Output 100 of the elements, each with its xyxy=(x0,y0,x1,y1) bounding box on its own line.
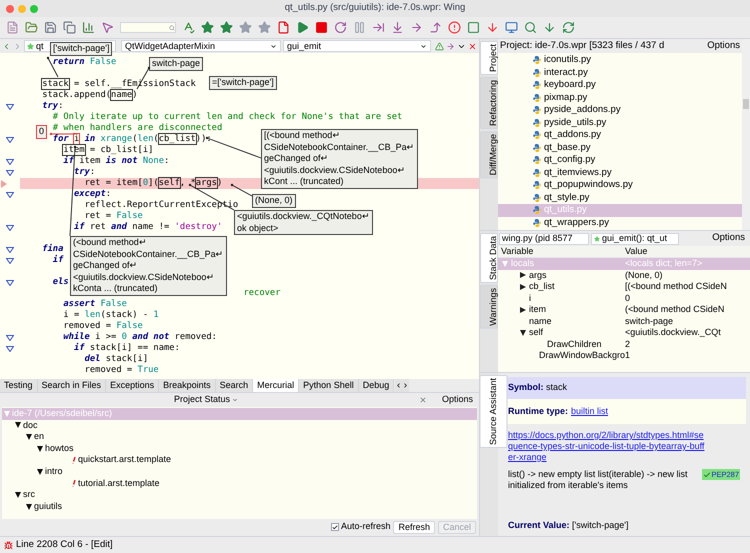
tree-item[interactable]: intro xyxy=(2,466,477,478)
side-tab[interactable]: Stack Data xyxy=(480,233,498,284)
back-icon[interactable] xyxy=(2,42,11,50)
save-icon[interactable] xyxy=(44,21,57,34)
side-tab[interactable]: Refactoring xyxy=(480,77,498,130)
fold-triangle-icon[interactable] xyxy=(6,224,14,230)
refresh-button[interactable]: Refresh xyxy=(393,520,435,534)
tree-item[interactable]: guiutils xyxy=(2,500,477,512)
column-header[interactable]: Variable xyxy=(498,244,625,258)
variable-value: <guiutils.dockview._CQt xyxy=(625,326,721,339)
bug-icon xyxy=(4,540,13,550)
expanded-triangle-icon[interactable] xyxy=(520,330,526,336)
column-header[interactable]: Value xyxy=(625,244,648,258)
code-text: , * xyxy=(180,178,196,188)
expanded-triangle-icon[interactable] xyxy=(37,468,43,475)
side-tab[interactable]: Diff/Merge xyxy=(480,131,498,178)
file-item[interactable]: qt_style.py xyxy=(498,192,742,204)
file-item[interactable]: pixmap.py xyxy=(498,92,742,104)
file-item[interactable]: qt_popupwindows.py xyxy=(498,179,742,192)
stop-icon[interactable] xyxy=(315,21,328,34)
search-icon[interactable] xyxy=(524,21,537,34)
scroll-left-icon[interactable] xyxy=(395,382,402,388)
panel-tab[interactable]: Search in Files xyxy=(38,378,106,392)
collapsed-triangle-icon[interactable] xyxy=(520,284,526,290)
panel-tab[interactable]: Breakpoints xyxy=(159,378,216,392)
class-dropdown[interactable]: QtWidgetAdapterMixin xyxy=(121,40,281,52)
panel-tab[interactable]: Python Shell xyxy=(299,378,359,392)
tree-item[interactable]: quickstart.arst.template xyxy=(2,454,477,466)
new-file-icon[interactable] xyxy=(6,21,19,34)
scrollbar-thumb[interactable] xyxy=(743,99,749,109)
tree-item[interactable]: tutorial.arst.template xyxy=(2,478,477,490)
file-item[interactable]: qt_itemviews.py xyxy=(498,166,742,179)
close-window-button[interactable] xyxy=(6,4,14,12)
pointer-icon[interactable] xyxy=(101,21,114,34)
collapsed-triangle-icon[interactable] xyxy=(520,306,526,313)
fold-triangle-icon[interactable] xyxy=(6,280,14,286)
tree-item[interactable]: en xyxy=(2,431,477,443)
panel-tab[interactable]: Testing xyxy=(0,378,38,392)
toolbar-search-field[interactable] xyxy=(120,22,176,33)
play-icon[interactable] xyxy=(296,21,309,34)
fold-triangle-icon[interactable] xyxy=(6,192,14,198)
view-dropdown[interactable]: Project Status xyxy=(174,393,238,407)
scroll-right-icon[interactable] xyxy=(402,382,410,388)
tree-item[interactable]: doc xyxy=(2,420,477,432)
restart-icon[interactable] xyxy=(334,21,347,34)
close-icon[interactable] xyxy=(418,396,427,404)
options-menu[interactable]: Options xyxy=(442,393,473,407)
file-item[interactable]: pyside_addons.py xyxy=(498,104,742,116)
auto-refresh-checkbox[interactable]: Auto-refresh xyxy=(330,520,390,534)
panel-tab[interactable]: Search xyxy=(216,378,254,392)
collapsed-triangle-icon[interactable] xyxy=(520,272,526,278)
variable-row[interactable]: item (<bound method CSideN xyxy=(498,304,750,316)
variable-row[interactable]: DrawChildren 2 xyxy=(498,338,750,350)
panel-tab[interactable]: Mercurial xyxy=(253,378,300,392)
fold-triangle-icon[interactable] xyxy=(6,136,14,142)
star-icon[interactable] xyxy=(239,21,252,34)
file-item[interactable]: keyboard.py xyxy=(498,79,742,92)
code-line: if ret and name != 'destroy' xyxy=(74,222,222,232)
spell-check-icon[interactable] xyxy=(182,21,195,34)
copy-icon[interactable] xyxy=(63,21,76,34)
variable-row[interactable]: i 0 xyxy=(498,292,750,304)
open-folder-icon[interactable] xyxy=(25,21,38,34)
process-dropdown[interactable]: wing.py (pid 8577 xyxy=(499,232,589,244)
method-dropdown[interactable]: gui_emit xyxy=(283,40,431,52)
bar-chart-icon[interactable] xyxy=(82,21,95,34)
file-item[interactable]: qt_wrappers.py xyxy=(498,216,742,229)
file-item[interactable]: qt_config.py xyxy=(498,154,742,166)
star-icon[interactable] xyxy=(201,21,214,34)
down-arrow-icon[interactable] xyxy=(543,21,556,34)
tree-item[interactable]: howtos xyxy=(2,442,477,454)
pause-icon[interactable] xyxy=(353,21,366,34)
side-tab[interactable]: Project xyxy=(480,41,498,76)
file-item[interactable]: pyside_utils.py xyxy=(498,116,742,129)
star-icon[interactable] xyxy=(220,21,233,34)
side-tab[interactable]: Source Assistant xyxy=(480,375,508,448)
arrow-icon[interactable] xyxy=(446,42,455,50)
fold-triangle-icon[interactable] xyxy=(6,104,14,110)
file-item[interactable]: qt_addons.py xyxy=(498,129,742,142)
file-item[interactable]: qt_base.py xyxy=(498,142,742,154)
warning-icon[interactable] xyxy=(435,42,444,50)
tree-item[interactable]: src xyxy=(2,489,477,501)
close-icon[interactable] xyxy=(468,42,477,50)
panel-tab[interactable]: Debug xyxy=(358,378,394,392)
monitor-icon[interactable] xyxy=(505,21,518,34)
documentation-link[interactable]: https://docs.python.org/2/library/stdtypes.html#sequence-types-str-unicode-list-tuple-bytearray-buffer-xrange xyxy=(508,430,708,463)
file-item[interactable]: iconutils.py xyxy=(498,54,742,66)
options-menu[interactable]: Options xyxy=(707,38,740,54)
variable-row[interactable]: DrawWindowBackgro1 xyxy=(498,350,750,362)
variable-row[interactable]: self <guiutils.dockview._CQt xyxy=(498,327,750,338)
frame-dropdown[interactable]: gui_emit(): qt_ut xyxy=(591,232,679,244)
variable-row[interactable]: cb_list [(<bound method CSideN xyxy=(498,281,750,292)
options-menu[interactable]: Options xyxy=(712,231,749,246)
file-item[interactable]: interact.py xyxy=(498,66,742,79)
refresh-icon[interactable] xyxy=(562,21,575,34)
variable-row[interactable]: args (None, 0) xyxy=(498,270,750,281)
side-tab[interactable]: Warnings xyxy=(480,285,498,329)
variable-row[interactable]: name switch-page xyxy=(498,316,750,327)
star-icon[interactable] xyxy=(258,21,271,34)
runtime-type-link[interactable]: builtin list xyxy=(571,404,608,418)
panel-tab[interactable]: Exceptions xyxy=(106,378,160,392)
